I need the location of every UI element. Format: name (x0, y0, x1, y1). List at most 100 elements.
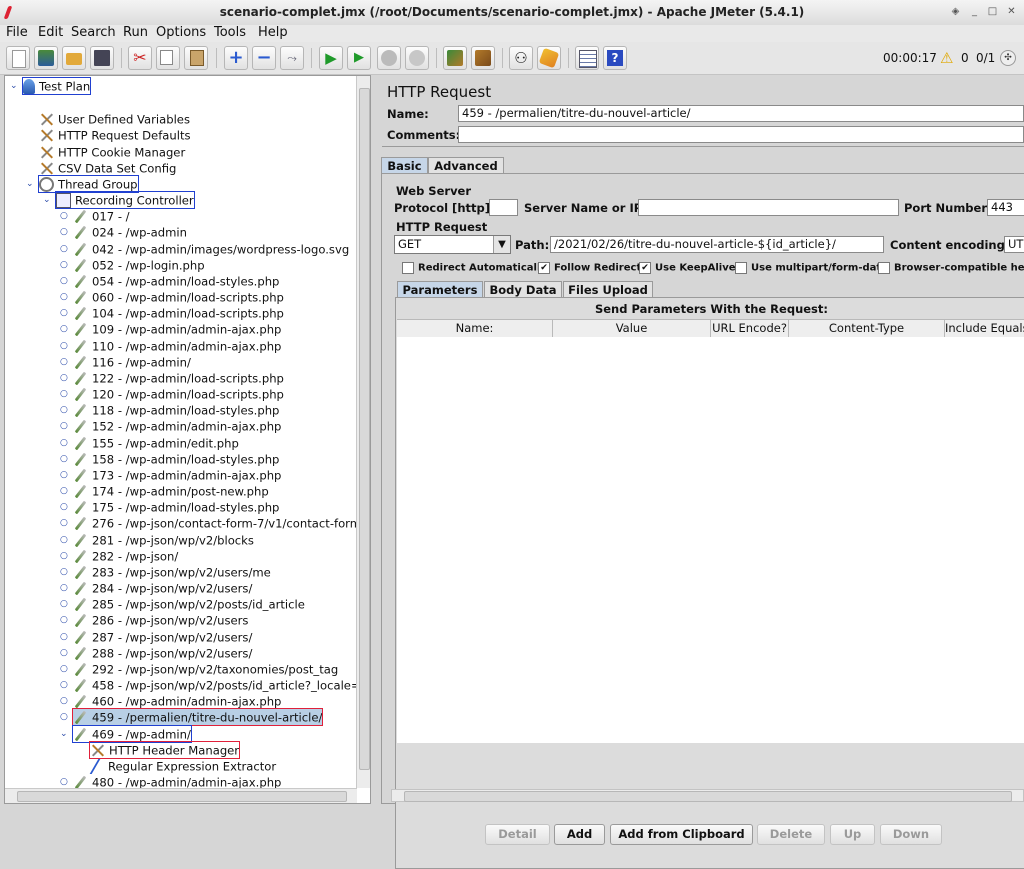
open-icon[interactable] (62, 46, 86, 70)
tree-expand-handle[interactable]: ○ (60, 664, 69, 674)
tree-node[interactable]: 104 - /wp-admin/load-scripts.php (73, 305, 284, 321)
menu-edit[interactable]: Edit (38, 25, 63, 40)
column-content-type[interactable]: Content-Type (789, 320, 945, 337)
tree-node[interactable]: 175 - /wp-admin/load-styles.php (73, 499, 279, 515)
tree-expand-handle[interactable]: ○ (60, 325, 69, 334)
tree-expand-handle[interactable]: ○ (60, 293, 69, 302)
clear-icon[interactable] (443, 46, 467, 70)
tree-expand-handle[interactable]: ○ (60, 373, 69, 383)
tree-node[interactable]: 460 - /wp-admin/admin-ajax.php (73, 693, 281, 709)
shutdown-icon[interactable] (405, 46, 429, 70)
function-helper-icon[interactable] (575, 46, 599, 70)
delete-button[interactable]: Delete (757, 824, 825, 845)
tree-node[interactable]: 060 - /wp-admin/load-scripts.php (73, 289, 284, 305)
start-icon[interactable]: ▶ (319, 46, 343, 70)
tree-node[interactable]: 110 - /wp-admin/admin-ajax.php (73, 338, 281, 354)
tree-expand-handle[interactable]: ○ (60, 681, 69, 690)
toggle-icon[interactable]: ⤳ (280, 46, 304, 70)
tree-node[interactable]: 052 - /wp-login.php (73, 257, 205, 273)
tree-node[interactable]: 017 - / (73, 208, 130, 224)
comments-field[interactable] (458, 126, 1024, 143)
port-number-field[interactable]: 443 (987, 199, 1024, 216)
use-keepalive-checkbox[interactable]: ✔ Use KeepAlive (639, 262, 736, 274)
tree-expand-handle[interactable]: ○ (60, 244, 69, 254)
method-select[interactable]: GET ▼ (394, 235, 511, 254)
tree-expand-handle[interactable]: ○ (60, 422, 69, 431)
tree-node[interactable]: CSV Data Set Config (39, 160, 176, 176)
tree-node[interactable]: 459 - /permalien/titre-du-nouvel-article… (71, 708, 324, 727)
stop-icon[interactable] (377, 46, 401, 70)
detail-button[interactable]: Detail (485, 824, 550, 845)
panel-horizontal-scrollbar[interactable] (391, 789, 1024, 802)
remote-status-icon[interactable]: ✣ (1000, 50, 1016, 66)
tree-vertical-scrollbar[interactable] (356, 76, 370, 788)
menu-help[interactable]: Help (258, 25, 288, 40)
content-encoding-field[interactable]: UTF (1004, 236, 1024, 253)
tree-node[interactable]: HTTP Cookie Manager (39, 144, 185, 160)
cut-icon[interactable]: ✂ (128, 46, 152, 70)
column-name[interactable]: Name: (397, 320, 553, 337)
tree-node[interactable]: 283 - /wp-json/wp/v2/users/me (73, 564, 271, 580)
tree-expand-handle[interactable]: ○ (60, 212, 69, 221)
name-field[interactable]: 459 - /permalien/titre-du-nouvel-article… (458, 105, 1024, 122)
warning-icon[interactable]: ⚠ (940, 49, 953, 67)
tree-expand-handle[interactable]: ○ (60, 390, 69, 399)
tree-horizontal-scrollbar[interactable] (5, 788, 357, 803)
tab-basic[interactable]: Basic (381, 157, 428, 173)
tree-node[interactable]: 286 - /wp-json/wp/v2/users (73, 612, 248, 628)
tree-node[interactable]: HTTP Request Defaults (39, 127, 191, 143)
new-icon[interactable] (6, 46, 30, 70)
browser-compatible-headers-checkbox[interactable]: Browser-compatible heade (878, 262, 1024, 274)
tree-expand-handle[interactable]: ○ (60, 309, 69, 318)
copy-icon[interactable] (156, 46, 180, 70)
add-from-clipboard-button[interactable]: Add from Clipboard (610, 824, 753, 845)
tab-body-data[interactable]: Body Data (484, 281, 562, 297)
tree-expand-handle[interactable]: ○ (60, 713, 69, 722)
tree-node[interactable]: 118 - /wp-admin/load-styles.php (73, 402, 279, 418)
tree-node[interactable]: 158 - /wp-admin/load-styles.php (73, 451, 279, 467)
tree-node[interactable]: 281 - /wp-json/wp/v2/blocks (73, 532, 254, 548)
collapse-icon[interactable]: − (252, 46, 276, 70)
clear-all-icon[interactable] (471, 46, 495, 70)
paste-icon[interactable] (184, 46, 208, 70)
tree-expand-handle[interactable]: ○ (60, 276, 69, 286)
tab-files-upload[interactable]: Files Upload (563, 281, 653, 297)
tree-node[interactable]: 282 - /wp-json/ (73, 548, 178, 564)
search-icon[interactable]: ⚇ (509, 46, 533, 70)
tab-advanced[interactable]: Advanced (428, 157, 504, 173)
tree-node[interactable]: Test Plan (21, 77, 92, 95)
tree-node[interactable]: 287 - /wp-json/wp/v2/users/ (73, 629, 252, 645)
tree-node[interactable]: Regular Expression Extractor (89, 758, 276, 774)
tree-node[interactable]: 120 - /wp-admin/load-scripts.php (73, 386, 284, 402)
tree-expand-handle[interactable]: ○ (60, 357, 69, 367)
tree-node[interactable]: Recording Controller (55, 191, 195, 210)
reset-search-icon[interactable] (537, 46, 561, 70)
tree-expand-handle[interactable]: ○ (60, 551, 69, 561)
protocol-field[interactable] (489, 199, 518, 216)
tree-node[interactable]: 122 - /wp-admin/load-scripts.php (73, 370, 284, 386)
tree-expand-handle[interactable]: ○ (60, 341, 69, 351)
expand-icon[interactable]: + (224, 46, 248, 70)
tree-node[interactable]: 173 - /wp-admin/admin-ajax.php (73, 467, 281, 483)
tree-node[interactable]: 042 - /wp-admin/images/wordpress-logo.sv… (73, 241, 349, 257)
help-icon[interactable]: ? (603, 46, 627, 70)
split-pane-divider[interactable] (371, 75, 379, 804)
tree-node[interactable]: 469 - /wp-admin/ (72, 724, 192, 743)
test-plan-tree[interactable]: Test Plan ⌄ User Defined Variables HTTP Req… (4, 75, 371, 804)
start-no-pause-icon[interactable]: ▶ (347, 46, 371, 70)
column-value[interactable]: Value (553, 320, 711, 337)
tree-expand-handle[interactable]: ○ (60, 632, 69, 642)
tree-expand-handle[interactable]: ○ (60, 535, 69, 545)
tree-expand-handle[interactable]: ○ (60, 438, 69, 448)
tree-expand-handle[interactable]: ○ (60, 454, 69, 464)
tree-expand-handle[interactable]: ⌄ (26, 179, 35, 189)
tree-expand-handle[interactable]: ○ (60, 470, 69, 480)
tree-expand-handle[interactable]: ○ (60, 260, 69, 270)
tree-node[interactable]: 174 - /wp-admin/post-new.php (73, 483, 269, 499)
tree-expand-handle[interactable]: ○ (60, 697, 69, 706)
chevron-down-icon[interactable]: ▼ (493, 236, 510, 253)
tree-node[interactable]: 109 - /wp-admin/admin-ajax.php (73, 321, 281, 337)
tree-expand-handle[interactable]: ○ (60, 519, 69, 528)
tree-node[interactable]: 284 - /wp-json/wp/v2/users/ (73, 580, 252, 596)
window-menu-icon[interactable]: ◈ (948, 5, 963, 19)
